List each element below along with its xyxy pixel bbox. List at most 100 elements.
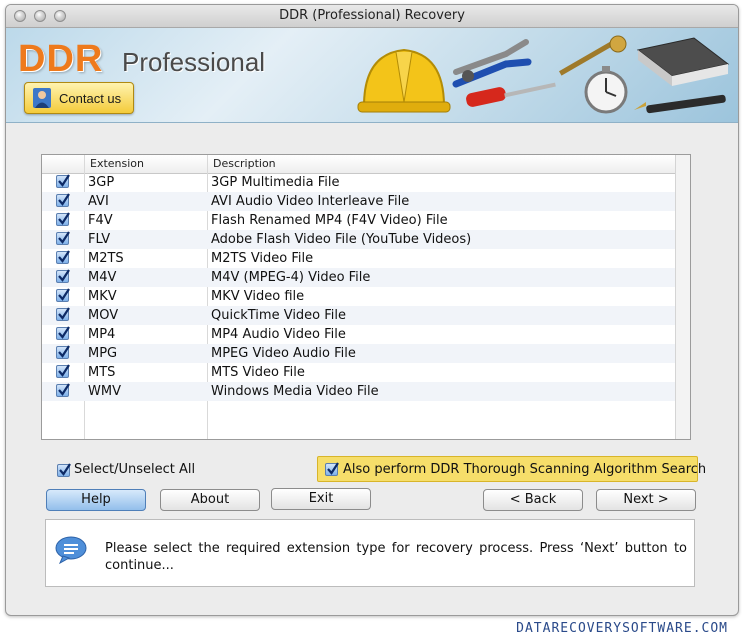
stopwatch-icon bbox=[584, 66, 628, 114]
row-checkbox[interactable] bbox=[56, 326, 70, 341]
extension-cell: MP4 bbox=[88, 327, 116, 342]
description-cell: M2TS Video File bbox=[211, 251, 314, 266]
checkmark-icon bbox=[58, 212, 70, 225]
row-checkbox[interactable] bbox=[56, 193, 70, 208]
row-checkbox[interactable] bbox=[56, 307, 70, 322]
checkbox[interactable] bbox=[56, 383, 70, 397]
extension-cell: FLV bbox=[88, 232, 111, 247]
thorough-scan-label: Also perform DDR Thorough Scanning Algor… bbox=[343, 462, 707, 477]
checkmark-icon bbox=[58, 326, 70, 339]
row-checkbox[interactable] bbox=[56, 345, 70, 360]
window-title: DDR (Professional) Recovery bbox=[279, 8, 465, 23]
row-checkbox[interactable] bbox=[56, 212, 70, 227]
table-row[interactable]: MOV QuickTime Video File bbox=[42, 306, 676, 325]
checkmark-icon bbox=[58, 288, 70, 301]
description-cell: Windows Media Video File bbox=[211, 384, 379, 399]
next-button[interactable]: Next > bbox=[596, 489, 696, 511]
contact-us-label: Contact us bbox=[59, 91, 122, 106]
extension-cell: M4V bbox=[88, 270, 117, 285]
extension-cell: AVI bbox=[88, 194, 109, 209]
back-button[interactable]: < Back bbox=[483, 489, 583, 511]
checkbox[interactable] bbox=[56, 288, 70, 302]
checkbox[interactable] bbox=[56, 364, 70, 378]
checkmark-icon bbox=[58, 193, 70, 206]
row-checkbox[interactable] bbox=[56, 231, 70, 246]
checkbox[interactable] bbox=[56, 231, 70, 245]
column-header-description[interactable]: Description bbox=[213, 157, 276, 170]
pliers-icon bbox=[452, 39, 532, 88]
help-button[interactable]: Help bbox=[46, 489, 146, 511]
table-row[interactable]: F4V Flash Renamed MP4 (F4V Video) File bbox=[42, 211, 676, 230]
extension-cell: MPG bbox=[88, 346, 118, 361]
thorough-scan-option[interactable]: Also perform DDR Thorough Scanning Algor… bbox=[317, 456, 706, 482]
checkbox[interactable] bbox=[56, 193, 70, 207]
table-row[interactable]: M2TS M2TS Video File bbox=[42, 249, 676, 268]
column-header-extension[interactable]: Extension bbox=[90, 157, 144, 170]
table-row[interactable]: M4V M4V (MPEG-4) Video File bbox=[42, 268, 676, 287]
checkbox[interactable] bbox=[56, 326, 70, 340]
extension-cell: MTS bbox=[88, 365, 116, 380]
contact-us-button[interactable]: Contact us bbox=[24, 82, 134, 114]
table-row[interactable]: 3GP 3GP Multimedia File bbox=[42, 173, 676, 192]
extension-cell: F4V bbox=[88, 213, 113, 228]
checkbox[interactable] bbox=[56, 307, 70, 321]
row-checkbox[interactable] bbox=[56, 288, 70, 303]
checkbox[interactable] bbox=[56, 269, 70, 283]
list-header: Extension Description bbox=[42, 155, 676, 174]
checkbox[interactable] bbox=[56, 212, 70, 226]
description-cell: MPEG Video Audio File bbox=[211, 346, 356, 361]
checkmark-icon bbox=[58, 307, 70, 320]
table-row[interactable]: WMV Windows Media Video File bbox=[42, 382, 676, 401]
book-icon bbox=[636, 37, 730, 86]
description-cell: MTS Video File bbox=[211, 365, 305, 380]
thorough-scan-checkbox[interactable] bbox=[325, 462, 339, 476]
header-banner: DDR Professional Contact us bbox=[6, 28, 738, 123]
row-checkbox[interactable] bbox=[56, 383, 70, 398]
table-row[interactable]: AVI AVI Audio Video Interleave File bbox=[42, 192, 676, 211]
description-cell: 3GP Multimedia File bbox=[211, 175, 340, 190]
extension-cell: M2TS bbox=[88, 251, 124, 266]
table-row[interactable]: MP4 MP4 Audio Video File bbox=[42, 325, 676, 344]
checkmark-icon bbox=[58, 250, 70, 263]
pen-icon bbox=[634, 94, 726, 114]
list-scrollbar[interactable] bbox=[675, 155, 690, 439]
checkbox[interactable] bbox=[56, 345, 70, 359]
table-row[interactable]: MPG MPEG Video Audio File bbox=[42, 344, 676, 363]
checkbox[interactable] bbox=[56, 174, 70, 188]
title-bar: DDR (Professional) Recovery bbox=[6, 5, 738, 28]
checkmark-icon bbox=[58, 345, 70, 358]
key-icon bbox=[559, 35, 627, 76]
checkmark-icon bbox=[58, 364, 70, 377]
info-panel: Please select the required extension typ… bbox=[45, 519, 695, 587]
checkmark-icon bbox=[58, 383, 70, 396]
description-cell: MKV Video file bbox=[211, 289, 305, 304]
logo-professional: Professional bbox=[122, 47, 266, 77]
description-cell: MP4 Audio Video File bbox=[211, 327, 346, 342]
select-all-checkbox[interactable] bbox=[57, 463, 71, 477]
checkmark-icon bbox=[327, 462, 339, 475]
description-cell: AVI Audio Video Interleave File bbox=[211, 194, 410, 209]
table-row[interactable]: MTS MTS Video File bbox=[42, 363, 676, 382]
extension-list[interactable]: Extension Description 3GP 3GP Multimedia … bbox=[41, 154, 691, 440]
checkmark-icon bbox=[58, 269, 70, 282]
checkmark-icon bbox=[58, 231, 70, 244]
extension-cell: MOV bbox=[88, 308, 119, 323]
description-cell: Flash Renamed MP4 (F4V Video) File bbox=[211, 213, 448, 228]
table-row[interactable]: MKV MKV Video file bbox=[42, 287, 676, 306]
table-row[interactable]: FLV Adobe Flash Video File (YouTube Video… bbox=[42, 230, 676, 249]
about-button[interactable]: About bbox=[160, 489, 260, 511]
row-checkbox[interactable] bbox=[56, 250, 70, 265]
info-message: Please select the required extension typ… bbox=[105, 541, 687, 573]
description-cell: M4V (MPEG-4) Video File bbox=[211, 270, 371, 285]
checkbox[interactable] bbox=[56, 250, 70, 264]
row-checkbox[interactable] bbox=[56, 364, 70, 379]
website-link[interactable]: DATARECOVERYSOFTWARE.COM bbox=[516, 621, 728, 636]
tools-illustration bbox=[357, 35, 730, 114]
row-checkbox[interactable] bbox=[56, 269, 70, 284]
extension-cell: MKV bbox=[88, 289, 117, 304]
extension-cell: WMV bbox=[88, 384, 121, 399]
screwdriver-icon bbox=[466, 82, 556, 107]
description-cell: QuickTime Video File bbox=[211, 308, 347, 323]
row-checkbox[interactable] bbox=[56, 174, 70, 189]
exit-button[interactable]: Exit bbox=[271, 488, 371, 510]
